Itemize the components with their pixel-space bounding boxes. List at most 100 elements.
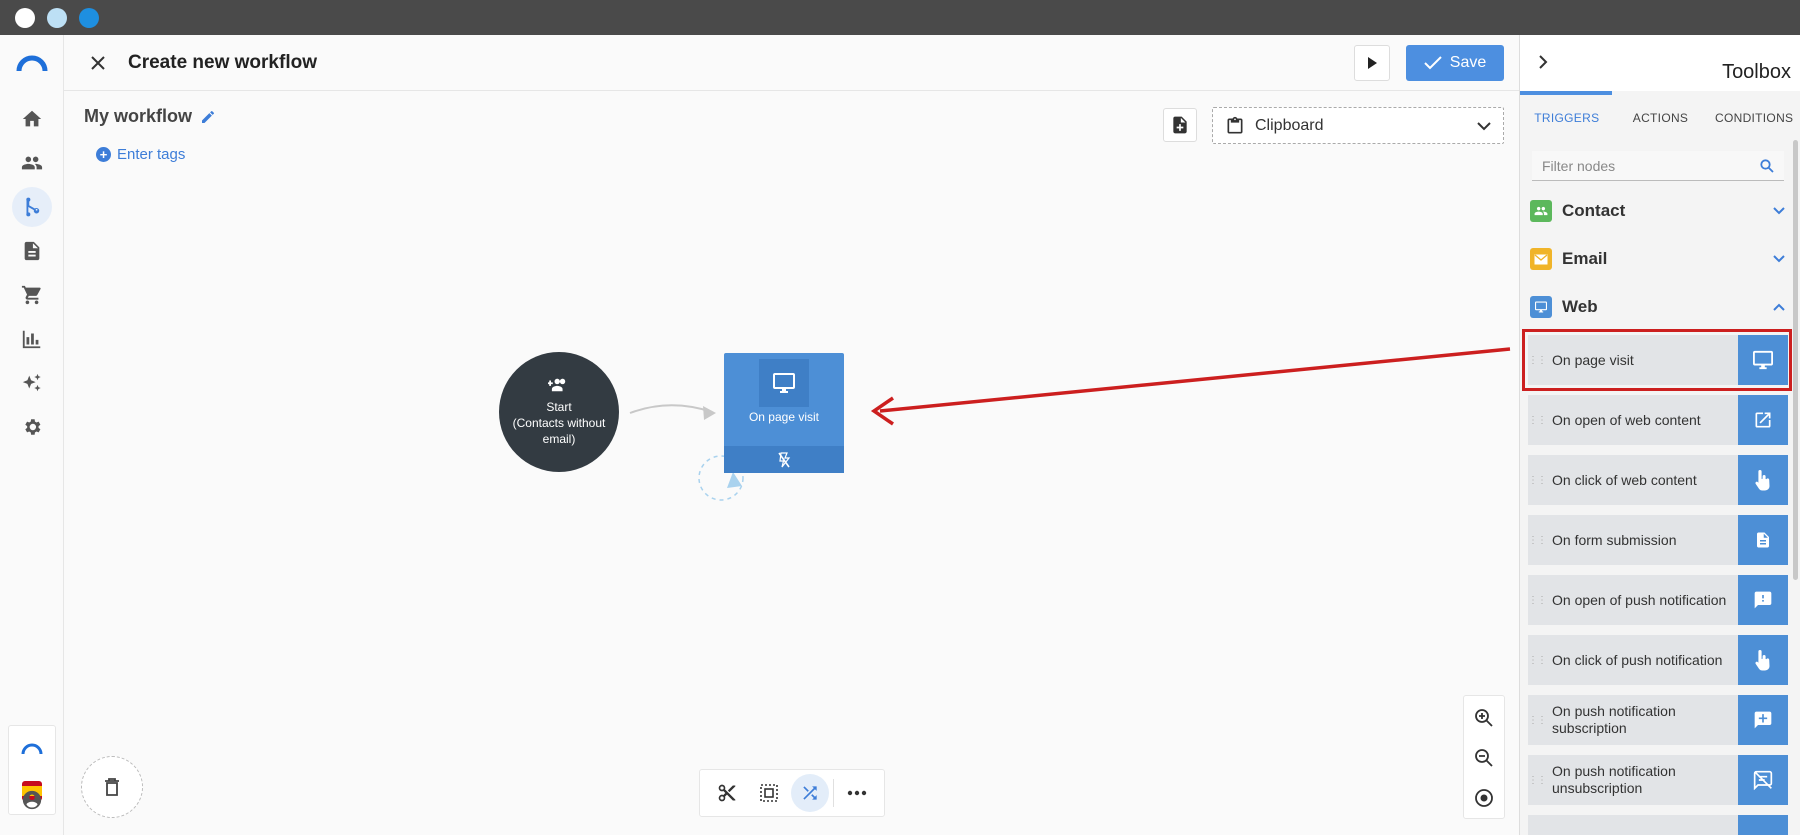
touch-icon — [1738, 635, 1788, 685]
toolbox-item-icon — [1738, 815, 1788, 835]
home-icon[interactable] — [12, 99, 52, 139]
sparkle-icon[interactable] — [12, 363, 52, 403]
toolbox-title: Toolbox — [1722, 61, 1791, 83]
add-group-icon — [548, 378, 566, 392]
page-visit-node-footer — [724, 446, 844, 473]
toolbox-item-label: On open of web content — [1552, 411, 1701, 428]
tab-triggers[interactable]: TRIGGERS — [1520, 95, 1614, 140]
workflow-name-text: My workflow — [84, 106, 193, 126]
logo-icon[interactable] — [16, 53, 48, 73]
target-icon — [1475, 789, 1493, 807]
category-web-label: Web — [1562, 297, 1598, 316]
start-node[interactable]: Start (Contacts without email) — [499, 352, 619, 472]
clipboard-dropdown[interactable]: Clipboard — [1212, 107, 1504, 144]
category-contact[interactable]: Contact — [1530, 197, 1785, 225]
trash-drop-zone[interactable] — [81, 756, 143, 818]
window-close-button[interactable] — [15, 8, 35, 28]
clipboard-icon — [1227, 116, 1243, 133]
annotation-arrow-line — [879, 347, 1511, 413]
gear-icon[interactable] — [12, 407, 52, 447]
toolbox-item-on-push-notification-unsubscription[interactable]: ⋮⋮ On push notification unsubscription — [1528, 755, 1788, 805]
monitor-icon — [773, 373, 795, 393]
filter-placeholder: Filter nodes — [1542, 157, 1616, 174]
window-titlebar — [0, 0, 1800, 35]
zoom-in-button[interactable] — [1464, 698, 1504, 738]
tab-conditions[interactable]: CONDITIONS — [1707, 95, 1800, 140]
account-icon[interactable] — [12, 780, 52, 820]
contacts-category-icon — [1530, 200, 1552, 222]
cut-button[interactable] — [708, 774, 746, 812]
toolbox-item-on-form-submission[interactable]: ⋮⋮ On form submission — [1528, 515, 1788, 565]
drag-handle-icon[interactable]: ⋮⋮ — [1528, 815, 1547, 835]
drag-handle-icon[interactable]: ⋮⋮ — [1528, 395, 1547, 445]
contacts-icon[interactable] — [12, 143, 52, 183]
more-horizontal-icon — [847, 790, 867, 796]
drag-handle-icon[interactable]: ⋮⋮ — [1528, 635, 1547, 685]
drag-handle-icon[interactable]: ⋮⋮ — [1528, 455, 1547, 505]
loop-arrowhead — [727, 472, 742, 488]
toolbox-header: Toolbox — [1520, 35, 1800, 91]
drag-handle-icon[interactable]: ⋮⋮ — [1528, 515, 1547, 565]
toolbox-item-on-push-notification-subscription[interactable]: ⋮⋮ On push notification subscription — [1528, 695, 1788, 745]
run-workflow-button[interactable] — [1354, 45, 1390, 81]
zoom-out-button[interactable] — [1464, 738, 1504, 778]
cart-icon[interactable] — [12, 275, 52, 315]
chevron-down-icon — [1773, 207, 1785, 215]
annotation-highlight-box — [1522, 329, 1792, 391]
toolbox-item-on-click-of-web-content[interactable]: ⋮⋮ On click of web content — [1528, 455, 1788, 505]
category-web[interactable]: Web — [1530, 293, 1785, 321]
zoom-controls — [1463, 695, 1505, 819]
email-category-icon — [1530, 248, 1552, 270]
chart-icon[interactable] — [12, 319, 52, 359]
toolbox-item-label: On form submission — [1552, 531, 1677, 548]
page-visit-node[interactable]: On page visit — [724, 353, 844, 473]
page-visit-node-icon-box — [759, 359, 809, 407]
chevron-right-icon[interactable] — [1538, 55, 1548, 69]
toolbox-item-on-click-of-push-notification[interactable]: ⋮⋮ On click of push notification — [1528, 635, 1788, 685]
tab-actions[interactable]: ACTIONS — [1614, 95, 1708, 140]
chevron-down-icon — [1477, 121, 1491, 130]
toolbox-item-on-open-of-push-notification[interactable]: ⋮⋮ On open of push notification — [1528, 575, 1788, 625]
drag-handle-icon[interactable]: ⋮⋮ — [1528, 755, 1547, 805]
toolbox-item-label: On push notification unsubscription — [1552, 763, 1676, 796]
start-node-title: Start — [546, 400, 572, 414]
close-workflow-button[interactable] — [84, 49, 112, 77]
drag-handle-icon[interactable]: ⋮⋮ — [1528, 575, 1547, 625]
auto-arrange-button[interactable] — [791, 774, 830, 812]
filter-nodes-input[interactable]: Filter nodes — [1532, 151, 1784, 181]
enter-tags-link[interactable]: + Enter tags — [96, 146, 185, 163]
toolbox-item-partial[interactable]: ⋮⋮ — [1528, 815, 1788, 835]
toolbox-panel: Toolbox TRIGGERS ACTIONS CONDITIONS Filt… — [1519, 35, 1800, 835]
add-to-clipboard-button[interactable] — [1163, 108, 1197, 142]
drag-handle-icon[interactable]: ⋮⋮ — [1528, 695, 1547, 745]
clipboard-label: Clipboard — [1255, 116, 1324, 134]
more-options-button[interactable] — [838, 774, 876, 812]
window-minimize-button[interactable] — [47, 8, 67, 28]
flash-off-icon — [778, 451, 791, 467]
push-alert-icon — [1738, 575, 1788, 625]
toolbox-tabs: TRIGGERS ACTIONS CONDITIONS — [1520, 95, 1800, 140]
toolbox-scrollbar[interactable] — [1793, 140, 1798, 580]
page-title: Create new workflow — [128, 52, 317, 73]
workflow-header: Create new workflow Save — [64, 35, 1519, 91]
workspace-logo-icon — [21, 742, 43, 756]
web-category-icon — [1530, 296, 1552, 318]
save-button[interactable]: Save — [1406, 45, 1504, 81]
toolbox-item-label: On click of web content — [1552, 471, 1697, 488]
center-view-button[interactable] — [1464, 778, 1504, 818]
push-off-icon — [1738, 755, 1788, 805]
document-icon[interactable] — [12, 231, 52, 271]
note-add-icon — [1173, 116, 1187, 134]
select-area-button[interactable] — [750, 774, 788, 812]
workflow-icon[interactable] — [12, 187, 52, 227]
start-node-subtitle: (Contacts without email) — [512, 416, 606, 446]
open-external-icon — [1738, 395, 1788, 445]
edit-pencil-icon[interactable] — [200, 109, 216, 125]
window-maximize-button[interactable] — [79, 8, 99, 28]
toolbox-item-on-open-of-web-content[interactable]: ⋮⋮ On open of web content — [1528, 395, 1788, 445]
chevron-up-icon — [1773, 303, 1785, 311]
category-email[interactable]: Email — [1530, 245, 1785, 273]
enter-tags-label: Enter tags — [117, 146, 186, 163]
shuffle-icon — [803, 786, 818, 800]
workflow-name[interactable]: My workflow — [84, 106, 216, 127]
